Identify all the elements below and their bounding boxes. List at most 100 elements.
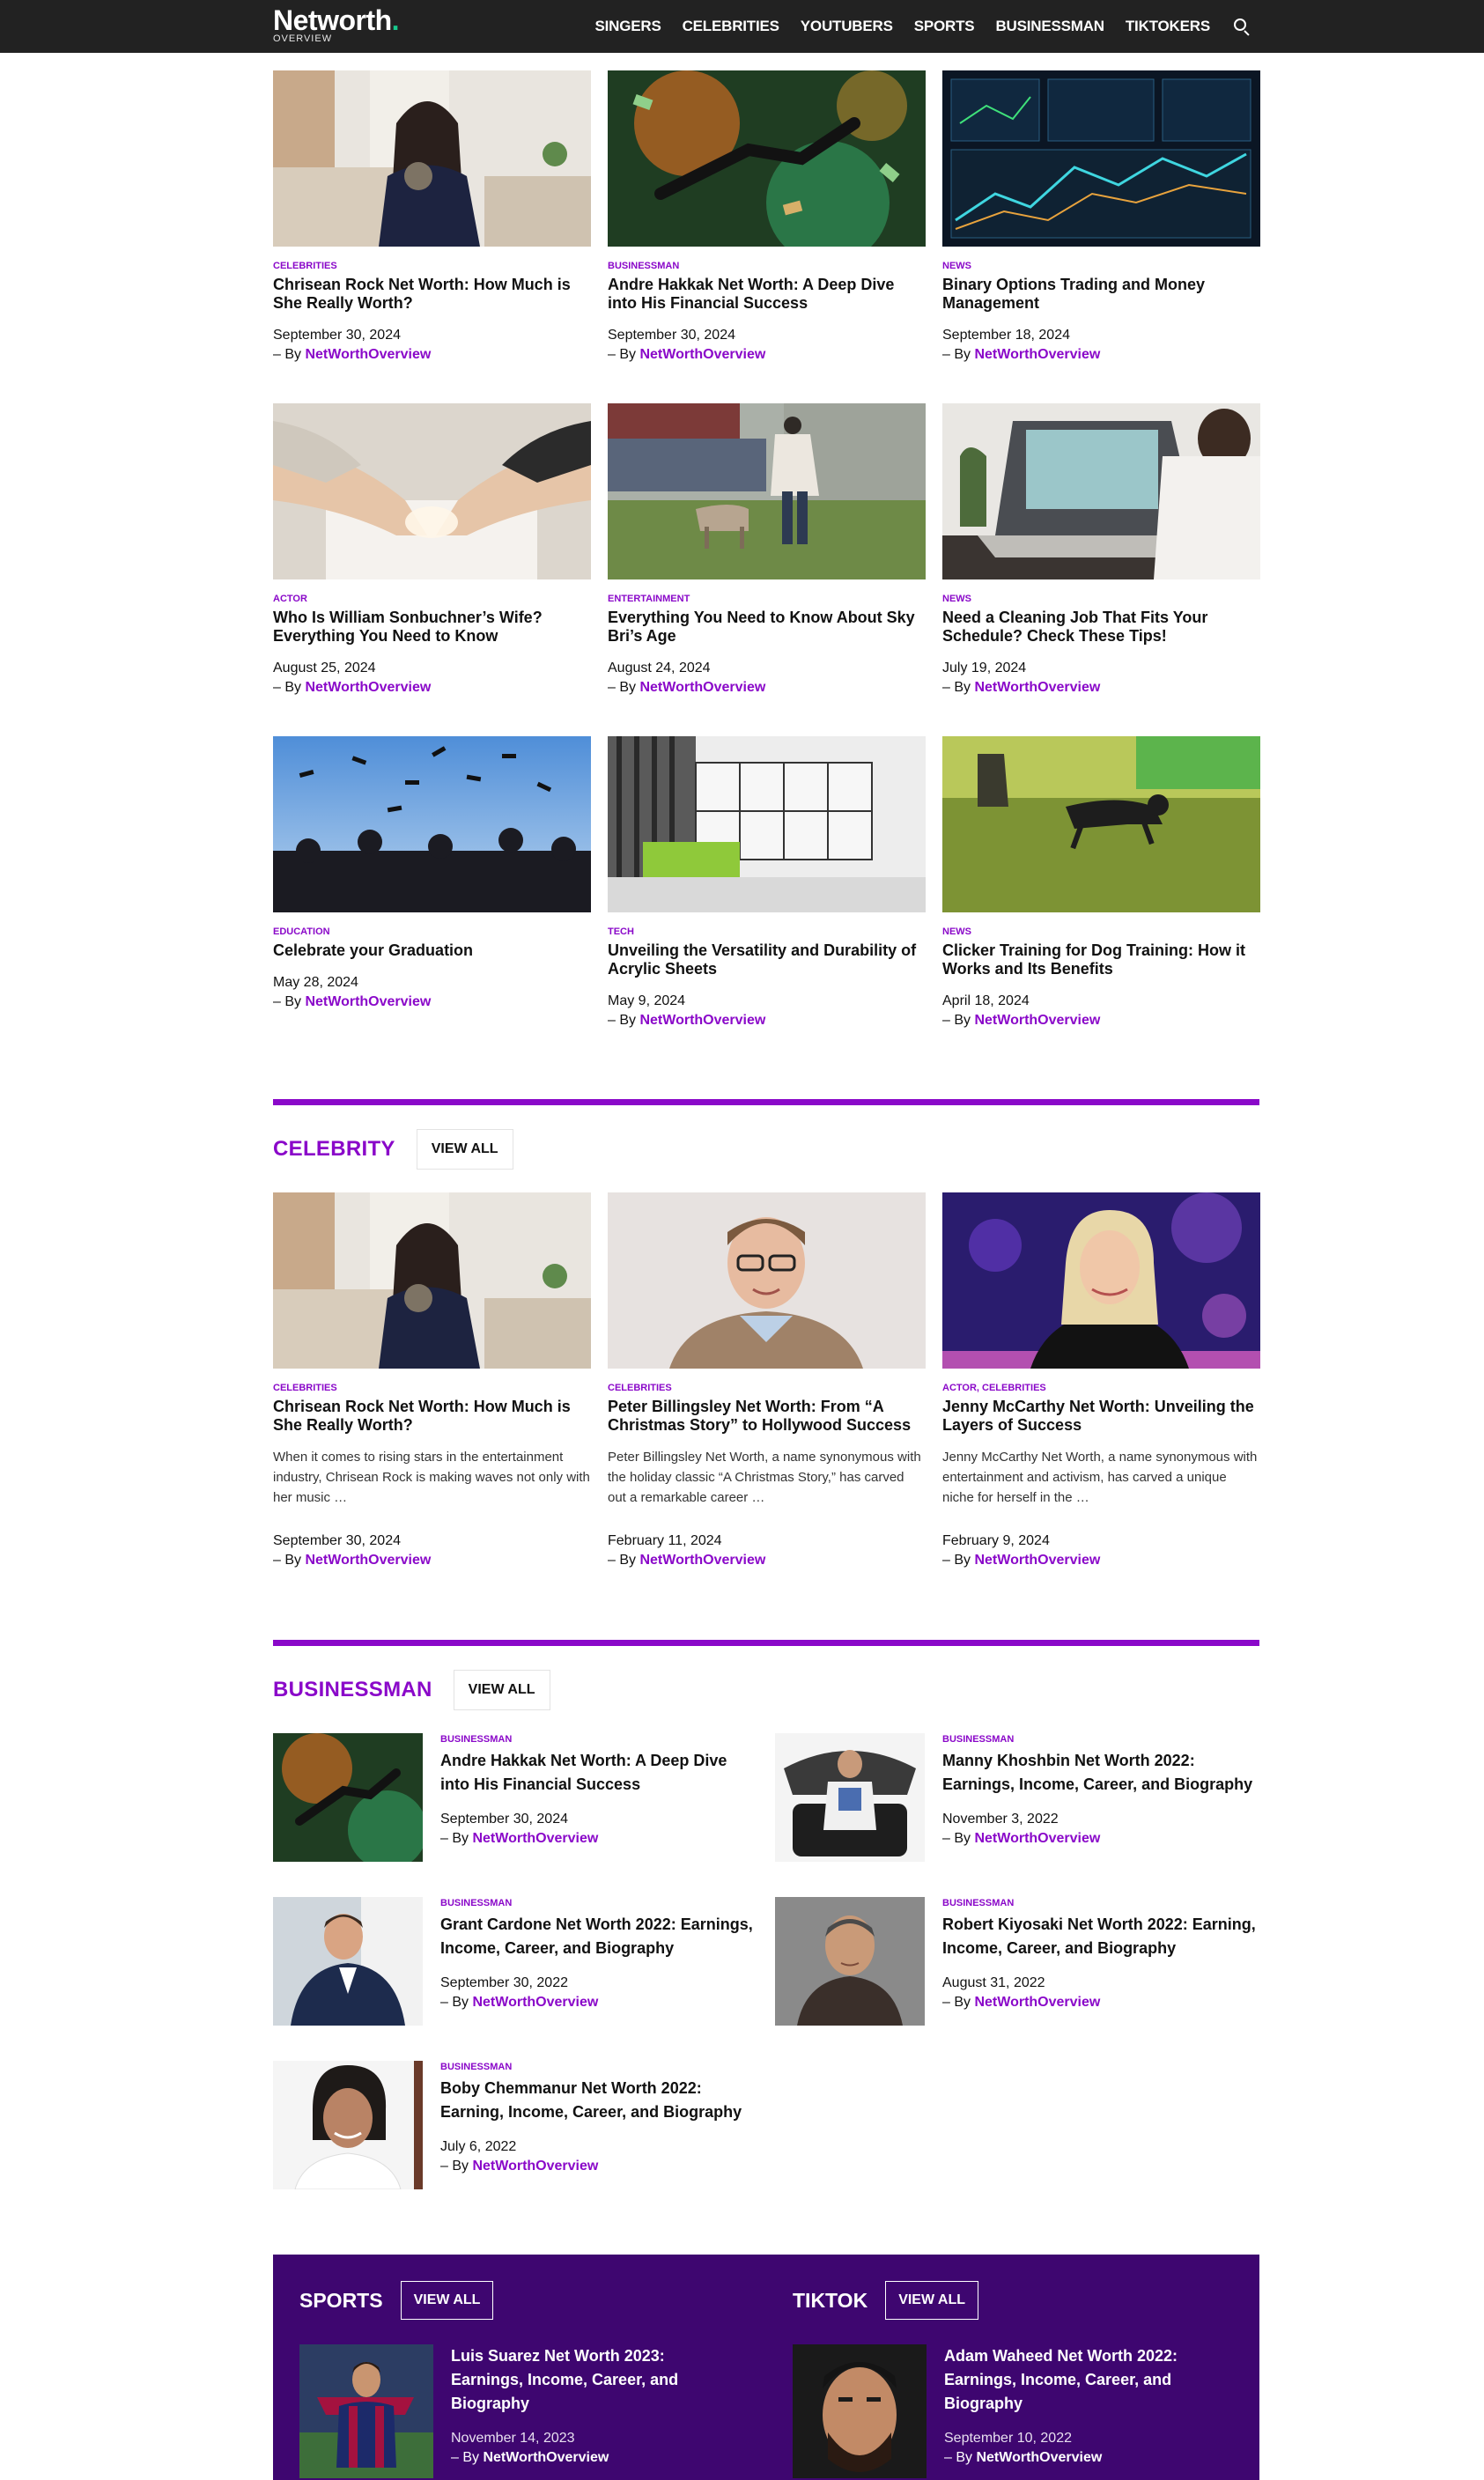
article-category[interactable]: NEWS: [942, 260, 1260, 272]
article-category[interactable]: BUSINESSMAN: [440, 1733, 757, 1746]
article-title[interactable]: Grant Cardone Net Worth 2022: Earnings, …: [440, 1913, 757, 1960]
view-all-button[interactable]: VIEW ALL: [416, 1129, 513, 1170]
author-link[interactable]: NetWorthOverview: [974, 347, 1100, 362]
article-thumbnail[interactable]: [299, 2344, 433, 2478]
article-category[interactable]: BUSINESSMAN: [608, 260, 926, 272]
article-category[interactable]: NEWS: [942, 593, 1260, 605]
article-category[interactable]: ACTOR, CELEBRITIES: [942, 1382, 1260, 1394]
article-title[interactable]: Manny Khoshbin Net Worth 2022: Earnings,…: [942, 1749, 1259, 1797]
section-title[interactable]: CELEBRITY: [273, 1137, 395, 1162]
article-thumbnail[interactable]: [608, 70, 926, 247]
author-link[interactable]: NetWorthOverview: [639, 1013, 765, 1028]
article-thumbnail[interactable]: [608, 1192, 926, 1369]
article-thumbnail[interactable]: [942, 70, 1260, 247]
article-title[interactable]: Unveiling the Versatility and Durability…: [608, 941, 926, 978]
article-thumbnail[interactable]: [942, 403, 1260, 579]
nav-celebrities[interactable]: CELEBRITIES: [683, 18, 779, 35]
article-title[interactable]: Need a Cleaning Job That Fits Your Sched…: [942, 609, 1260, 646]
article-thumbnail[interactable]: [273, 1897, 423, 2026]
article-thumbnail[interactable]: [942, 1192, 1260, 1369]
article-card: NEWS Binary Options Trading and Money Ma…: [942, 70, 1260, 365]
author-link[interactable]: NetWorthOverview: [472, 1995, 598, 2010]
article-date: September 10, 2022: [944, 2431, 1072, 2446]
section-title[interactable]: SPORTS: [299, 2289, 383, 2313]
article-byline: – By NetWorthOverview: [273, 347, 432, 362]
article-title[interactable]: Celebrate your Graduation: [273, 941, 591, 960]
article-thumbnail[interactable]: [793, 2344, 927, 2478]
author-link[interactable]: NetWorthOverview: [974, 1831, 1100, 1846]
article-title[interactable]: Peter Billingsley Net Worth: From “A Chr…: [608, 1398, 926, 1435]
article-title[interactable]: Chrisean Rock Net Worth: How Much is She…: [273, 276, 591, 313]
article-thumbnail[interactable]: [608, 736, 926, 912]
nav-businessman[interactable]: BUSINESSMAN: [995, 18, 1104, 35]
article-thumbnail[interactable]: [273, 736, 591, 912]
article-category[interactable]: CELEBRITIES: [273, 260, 591, 272]
author-link[interactable]: NetWorthOverview: [974, 1013, 1100, 1028]
article-category[interactable]: TECH: [608, 926, 926, 938]
article-title[interactable]: Everything You Need to Know About Sky Br…: [608, 609, 926, 646]
article-title[interactable]: Boby Chemmanur Net Worth 2022: Earning, …: [440, 2077, 757, 2124]
author-link[interactable]: NetWorthOverview: [639, 680, 765, 695]
author-link[interactable]: NetWorthOverview: [472, 1831, 598, 1846]
author-link[interactable]: NetWorthOverview: [639, 1553, 765, 1568]
article-thumbnail[interactable]: [942, 736, 1260, 912]
article-title[interactable]: Jenny McCarthy Net Worth: Unveiling the …: [942, 1398, 1260, 1435]
article-thumbnail[interactable]: [273, 2061, 423, 2189]
article-category[interactable]: CELEBRITIES: [608, 1382, 926, 1394]
article-thumbnail[interactable]: [775, 1897, 925, 2026]
article-title[interactable]: Luis Suarez Net Worth 2023: Earnings, In…: [451, 2344, 733, 2416]
author-link[interactable]: NetWorthOverview: [472, 2159, 598, 2174]
article-date: February 9, 2024: [942, 1533, 1050, 1548]
site-logo[interactable]: Networth. OVERVIEW: [273, 5, 400, 44]
nav-youtubers[interactable]: YOUTUBERS: [801, 18, 893, 35]
search-icon[interactable]: [1233, 18, 1251, 36]
article-title[interactable]: Robert Kiyosaki Net Worth 2022: Earning,…: [942, 1913, 1259, 1960]
section-title[interactable]: BUSINESSMAN: [273, 1678, 432, 1702]
section-title[interactable]: TIKTOK: [793, 2289, 868, 2313]
article-thumbnail[interactable]: [273, 1192, 591, 1369]
nav-sports[interactable]: SPORTS: [914, 18, 975, 35]
article-category[interactable]: CELEBRITIES: [273, 1382, 591, 1394]
author-link[interactable]: NetWorthOverview: [305, 994, 431, 1009]
article-card: CELEBRITIES Peter Billingsley Net Worth:…: [608, 1192, 926, 1571]
article-thumbnail[interactable]: [775, 1733, 925, 1862]
article-category[interactable]: BUSINESSMAN: [440, 2061, 757, 2073]
article-card: ACTOR Who Is William Sonbuchner’s Wife? …: [273, 403, 591, 698]
article-category[interactable]: BUSINESSMAN: [942, 1733, 1259, 1746]
article-title[interactable]: Andre Hakkak Net Worth: A Deep Dive into…: [608, 276, 926, 313]
author-link[interactable]: NetWorthOverview: [974, 1995, 1100, 2010]
author-link[interactable]: NetWorthOverview: [639, 347, 765, 362]
article-category[interactable]: BUSINESSMAN: [942, 1897, 1259, 1909]
article-thumbnail[interactable]: [273, 70, 591, 247]
article-title[interactable]: Andre Hakkak Net Worth: A Deep Dive into…: [440, 1749, 757, 1797]
article-category[interactable]: ENTERTAINMENT: [608, 593, 926, 605]
author-link[interactable]: NetWorthOverview: [305, 1553, 431, 1568]
nav-tiktokers[interactable]: TIKTOKERS: [1126, 18, 1210, 35]
article-byline: – By NetWorthOverview: [273, 994, 432, 1009]
article-category[interactable]: NEWS: [942, 926, 1260, 938]
article-byline: – By NetWorthOverview: [942, 680, 1101, 695]
view-all-button[interactable]: VIEW ALL: [400, 2281, 494, 2320]
article-thumbnail[interactable]: [608, 403, 926, 579]
article-title[interactable]: Who Is William Sonbuchner’s Wife? Everyt…: [273, 609, 591, 646]
author-link[interactable]: NetWorthOverview: [974, 1553, 1100, 1568]
article-category[interactable]: ACTOR: [273, 593, 591, 605]
article-title[interactable]: Chrisean Rock Net Worth: How Much is She…: [273, 1398, 591, 1435]
article-category[interactable]: BUSINESSMAN: [440, 1897, 757, 1909]
article-title[interactable]: Binary Options Trading and Money Managem…: [942, 276, 1260, 313]
author-link[interactable]: NetWorthOverview: [305, 680, 431, 695]
author-link[interactable]: NetWorthOverview: [974, 680, 1100, 695]
view-all-button[interactable]: VIEW ALL: [885, 2281, 979, 2320]
author-link[interactable]: NetWorthOverview: [305, 347, 431, 362]
author-link[interactable]: NetWorthOverview: [976, 2450, 1102, 2465]
article-date: August 31, 2022: [942, 1975, 1045, 1990]
view-all-button[interactable]: VIEW ALL: [453, 1670, 550, 1710]
article-title[interactable]: Adam Waheed Net Worth 2022: Earnings, In…: [944, 2344, 1226, 2416]
nav-singers[interactable]: SINGERS: [594, 18, 661, 35]
article-thumbnail[interactable]: [273, 403, 591, 579]
article-title[interactable]: Clicker Training for Dog Training: How i…: [942, 941, 1260, 978]
list-item: BUSINESSMAN Boby Chemmanur Net Worth 202…: [273, 2061, 766, 2193]
article-category[interactable]: EDUCATION: [273, 926, 591, 938]
author-link[interactable]: NetWorthOverview: [483, 2450, 609, 2465]
article-thumbnail[interactable]: [273, 1733, 423, 1862]
